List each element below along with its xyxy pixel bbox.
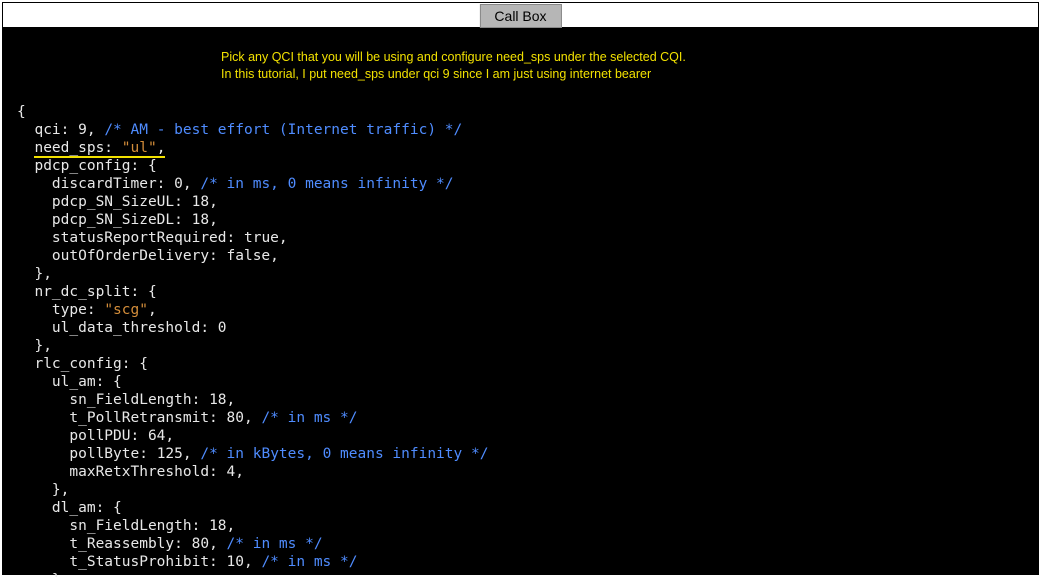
code-line: nr_dc_split: { — [17, 284, 157, 300]
code-line: sn_FieldLength: 18, — [17, 392, 235, 408]
code-line: sn_FieldLength: 18, — [17, 518, 235, 534]
code-line: maxRetxThreshold: 4, — [17, 464, 244, 480]
code-line: pdcp_SN_SizeDL: 18, — [17, 212, 218, 228]
annotation-line-2: In this tutorial, I put need_sps under q… — [221, 67, 651, 81]
header-bar: Call Box — [3, 3, 1038, 27]
code-line: }, — [17, 572, 69, 577]
code-line: pdcp_SN_SizeUL: 18, — [17, 194, 218, 210]
code-line: ul_data_threshold: 0 — [17, 320, 227, 336]
annotation-line-1: Pick any QCI that you will be using and … — [221, 50, 686, 64]
code-line: { — [17, 104, 26, 120]
code-block: Pick any QCI that you will be using and … — [3, 27, 1038, 577]
code-line: pollByte: 125, /* in kBytes, 0 means inf… — [17, 446, 488, 462]
window-frame: Call Box Pick any QCI that you will be u… — [2, 2, 1039, 575]
code-line: t_StatusProhibit: 10, /* in ms */ — [17, 554, 357, 570]
code-line: rlc_config: { — [17, 356, 148, 372]
call-box-button[interactable]: Call Box — [479, 4, 561, 28]
code-line: t_PollRetransmit: 80, /* in ms */ — [17, 410, 357, 426]
code-line: t_Reassembly: 80, /* in ms */ — [17, 536, 323, 552]
code-line: }, — [17, 266, 52, 282]
code-line: discardTimer: 0, /* in ms, 0 means infin… — [17, 176, 454, 192]
code-line: outOfOrderDelivery: false, — [17, 248, 279, 264]
code-line: }, — [17, 338, 52, 354]
annotation: Pick any QCI that you will be using and … — [221, 49, 941, 83]
code-line: pdcp_config: { — [17, 158, 157, 174]
code-line: type: "scg", — [17, 302, 157, 318]
code-line: }, — [17, 482, 69, 498]
code-line: dl_am: { — [17, 500, 122, 516]
code-line: pollPDU: 64, — [17, 428, 174, 444]
code-line: ul_am: { — [17, 374, 122, 390]
code-line-highlight: need_sps: "ul", — [17, 140, 165, 158]
code-line: statusReportRequired: true, — [17, 230, 288, 246]
code-line: qci: 9, /* AM - best effort (Internet tr… — [17, 122, 462, 138]
